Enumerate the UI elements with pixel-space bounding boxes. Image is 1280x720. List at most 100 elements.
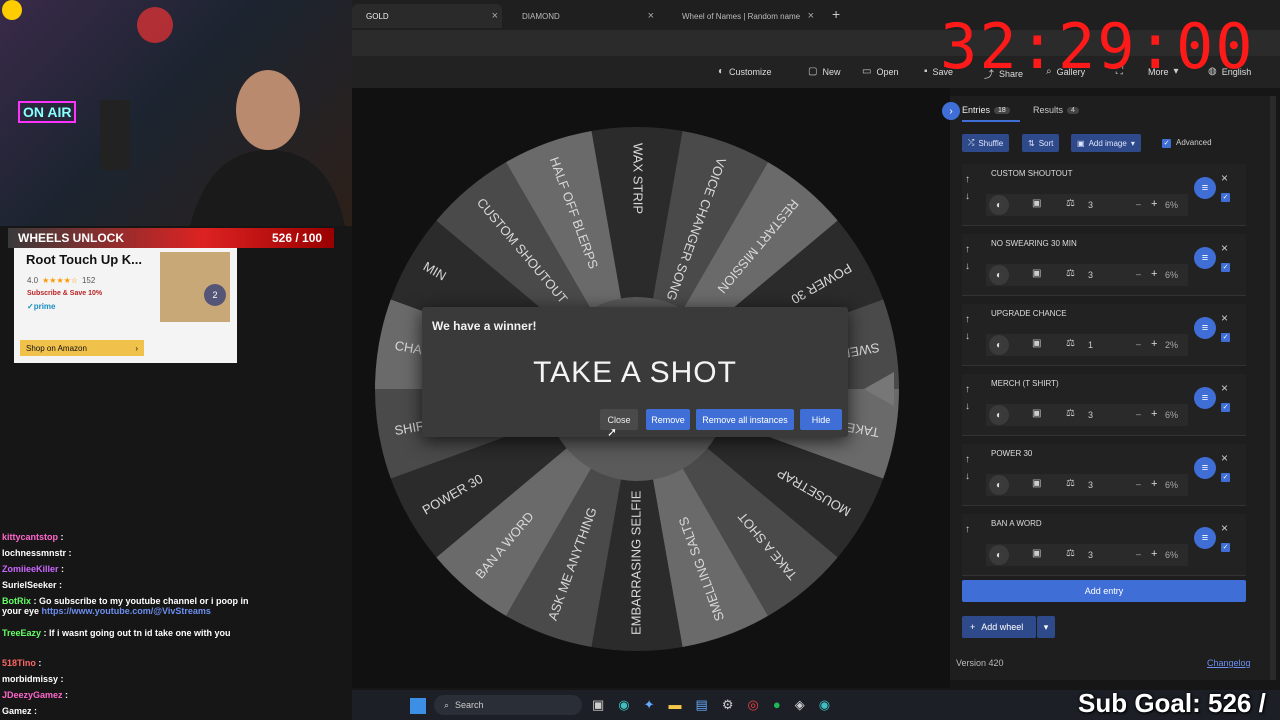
- entry-enabled-checkbox[interactable]: ✓: [1221, 263, 1230, 272]
- move-down-icon[interactable]: ↓: [965, 191, 970, 202]
- entry-enabled-checkbox[interactable]: ✓: [1221, 543, 1230, 552]
- entry-settings-button[interactable]: ≡: [1194, 457, 1216, 479]
- move-up-icon[interactable]: ↑: [965, 524, 970, 535]
- close-button[interactable]: Close: [600, 409, 638, 430]
- color-palette-icon[interactable]: ◐: [989, 195, 1009, 215]
- new-button[interactable]: ▢ New: [808, 66, 840, 77]
- entry-settings-button[interactable]: ≡: [1194, 317, 1216, 339]
- move-up-icon[interactable]: ↑: [965, 384, 970, 395]
- color-palette-icon[interactable]: ◐: [989, 475, 1009, 495]
- move-up-icon[interactable]: ↑: [965, 174, 970, 185]
- add-wheel-button[interactable]: + Add wheel: [962, 616, 1036, 638]
- entry-settings-button[interactable]: ≡: [1194, 247, 1216, 269]
- entry-weight[interactable]: 3: [1088, 410, 1093, 420]
- tab-results[interactable]: Results 4: [1033, 105, 1079, 115]
- windows-start-icon[interactable]: [410, 698, 426, 714]
- entry-name[interactable]: UPGRADE CHANCE: [991, 309, 1067, 318]
- delete-entry-icon[interactable]: ×: [1221, 451, 1228, 465]
- image-icon[interactable]: ▣: [1032, 338, 1041, 349]
- entry-name[interactable]: CUSTOM SHOUTOUT: [991, 169, 1072, 178]
- move-up-icon[interactable]: ↑: [965, 244, 970, 255]
- hide-button[interactable]: Hide: [800, 409, 842, 430]
- add-image-button[interactable]: ▣ Add image ▾: [1071, 134, 1141, 152]
- image-icon[interactable]: ▣: [1032, 198, 1041, 209]
- delete-entry-icon[interactable]: ×: [1221, 521, 1228, 535]
- delete-entry-icon[interactable]: ×: [1221, 311, 1228, 325]
- color-palette-icon[interactable]: ◐: [989, 545, 1009, 565]
- entry-name[interactable]: POWER 30: [991, 449, 1032, 458]
- edge-active-icon[interactable]: ◉: [819, 697, 830, 713]
- edge-icon[interactable]: ◉: [618, 697, 629, 713]
- delete-entry-icon[interactable]: ×: [1221, 171, 1228, 185]
- color-palette-icon[interactable]: ◐: [989, 335, 1009, 355]
- add-entry-button[interactable]: Add entry: [962, 580, 1246, 602]
- advanced-checkbox[interactable]: ✓: [1162, 139, 1171, 148]
- new-tab-icon[interactable]: +: [832, 6, 840, 22]
- color-palette-icon[interactable]: ◐: [989, 405, 1009, 425]
- close-icon[interactable]: ×: [808, 10, 814, 22]
- entry-weight[interactable]: 3: [1088, 550, 1093, 560]
- panel-scrollbar[interactable]: [1270, 96, 1276, 680]
- move-down-icon[interactable]: ↓: [965, 331, 970, 342]
- add-wheel-dropdown[interactable]: ▾: [1037, 616, 1055, 638]
- entry-settings-button[interactable]: ≡: [1194, 387, 1216, 409]
- move-up-icon[interactable]: ↑: [965, 454, 970, 465]
- image-icon[interactable]: ▣: [1032, 268, 1041, 279]
- close-icon[interactable]: ×: [648, 10, 654, 22]
- entry-enabled-checkbox[interactable]: ✓: [1221, 193, 1230, 202]
- close-icon[interactable]: ×: [492, 10, 498, 22]
- entry-enabled-checkbox[interactable]: ✓: [1221, 333, 1230, 342]
- decrement-button[interactable]: –: [1136, 199, 1141, 209]
- tab-wheel-of-names[interactable]: Wheel of Names | Random name ×: [668, 4, 818, 28]
- decrement-button[interactable]: –: [1136, 549, 1141, 559]
- shuffle-button[interactable]: ⤮ Shuffle: [962, 134, 1010, 152]
- entry-weight[interactable]: 3: [1088, 200, 1093, 210]
- tab-entries[interactable]: Entries 18: [962, 105, 1010, 115]
- entry-name[interactable]: BAN A WORD: [991, 519, 1042, 528]
- chat-link[interactable]: https://www.youtube.com/@VivStreams: [42, 606, 211, 616]
- changelog-link[interactable]: Changelog: [1207, 658, 1251, 668]
- entry-settings-button[interactable]: ≡: [1194, 527, 1216, 549]
- increment-button[interactable]: +: [1151, 408, 1157, 420]
- decrement-button[interactable]: –: [1136, 479, 1141, 489]
- tab-diamond[interactable]: DIAMOND ×: [508, 4, 658, 28]
- increment-button[interactable]: +: [1151, 478, 1157, 490]
- entry-name[interactable]: MERCH (T SHIRT): [991, 379, 1059, 388]
- steam-icon[interactable]: ◈: [795, 697, 805, 713]
- file-explorer-icon[interactable]: ▬: [669, 697, 682, 713]
- move-up-icon[interactable]: ↑: [965, 314, 970, 325]
- decrement-button[interactable]: –: [1136, 339, 1141, 349]
- collapse-panel-button[interactable]: ›: [942, 102, 960, 120]
- chrome-icon[interactable]: ◎: [748, 697, 759, 713]
- delete-entry-icon[interactable]: ×: [1221, 241, 1228, 255]
- spotify-icon[interactable]: ●: [773, 697, 781, 713]
- remove-all-instances-button[interactable]: Remove all instances: [696, 409, 794, 430]
- entry-enabled-checkbox[interactable]: ✓: [1221, 473, 1230, 482]
- store-icon[interactable]: ▤: [696, 697, 708, 713]
- move-down-icon[interactable]: ↓: [965, 261, 970, 272]
- increment-button[interactable]: +: [1151, 338, 1157, 350]
- image-icon[interactable]: ▣: [1032, 548, 1041, 559]
- move-down-icon[interactable]: ↓: [965, 401, 970, 412]
- image-icon[interactable]: ▣: [1032, 478, 1041, 489]
- entry-name[interactable]: NO SWEARING 30 MIN: [991, 239, 1077, 248]
- move-down-icon[interactable]: ↓: [965, 471, 970, 482]
- task-view-icon[interactable]: ▣: [592, 697, 604, 713]
- entry-settings-button[interactable]: ≡: [1194, 177, 1216, 199]
- decrement-button[interactable]: –: [1136, 409, 1141, 419]
- tab-gold[interactable]: GOLD ×: [352, 4, 502, 28]
- decrement-button[interactable]: –: [1136, 269, 1141, 279]
- copilot-icon[interactable]: ✦: [644, 697, 655, 713]
- open-button[interactable]: ▭ Open: [862, 66, 898, 77]
- remove-button[interactable]: Remove: [646, 409, 690, 430]
- entry-enabled-checkbox[interactable]: ✓: [1221, 403, 1230, 412]
- entry-weight[interactable]: 3: [1088, 480, 1093, 490]
- sort-button[interactable]: ⇅ Sort: [1022, 134, 1060, 152]
- delete-entry-icon[interactable]: ×: [1221, 381, 1228, 395]
- settings-icon[interactable]: ⚙: [722, 697, 734, 713]
- increment-button[interactable]: +: [1151, 268, 1157, 280]
- taskbar-search[interactable]: ⌕ Search: [434, 695, 582, 715]
- entry-weight[interactable]: 1: [1088, 340, 1093, 350]
- image-icon[interactable]: ▣: [1032, 408, 1041, 419]
- increment-button[interactable]: +: [1151, 548, 1157, 560]
